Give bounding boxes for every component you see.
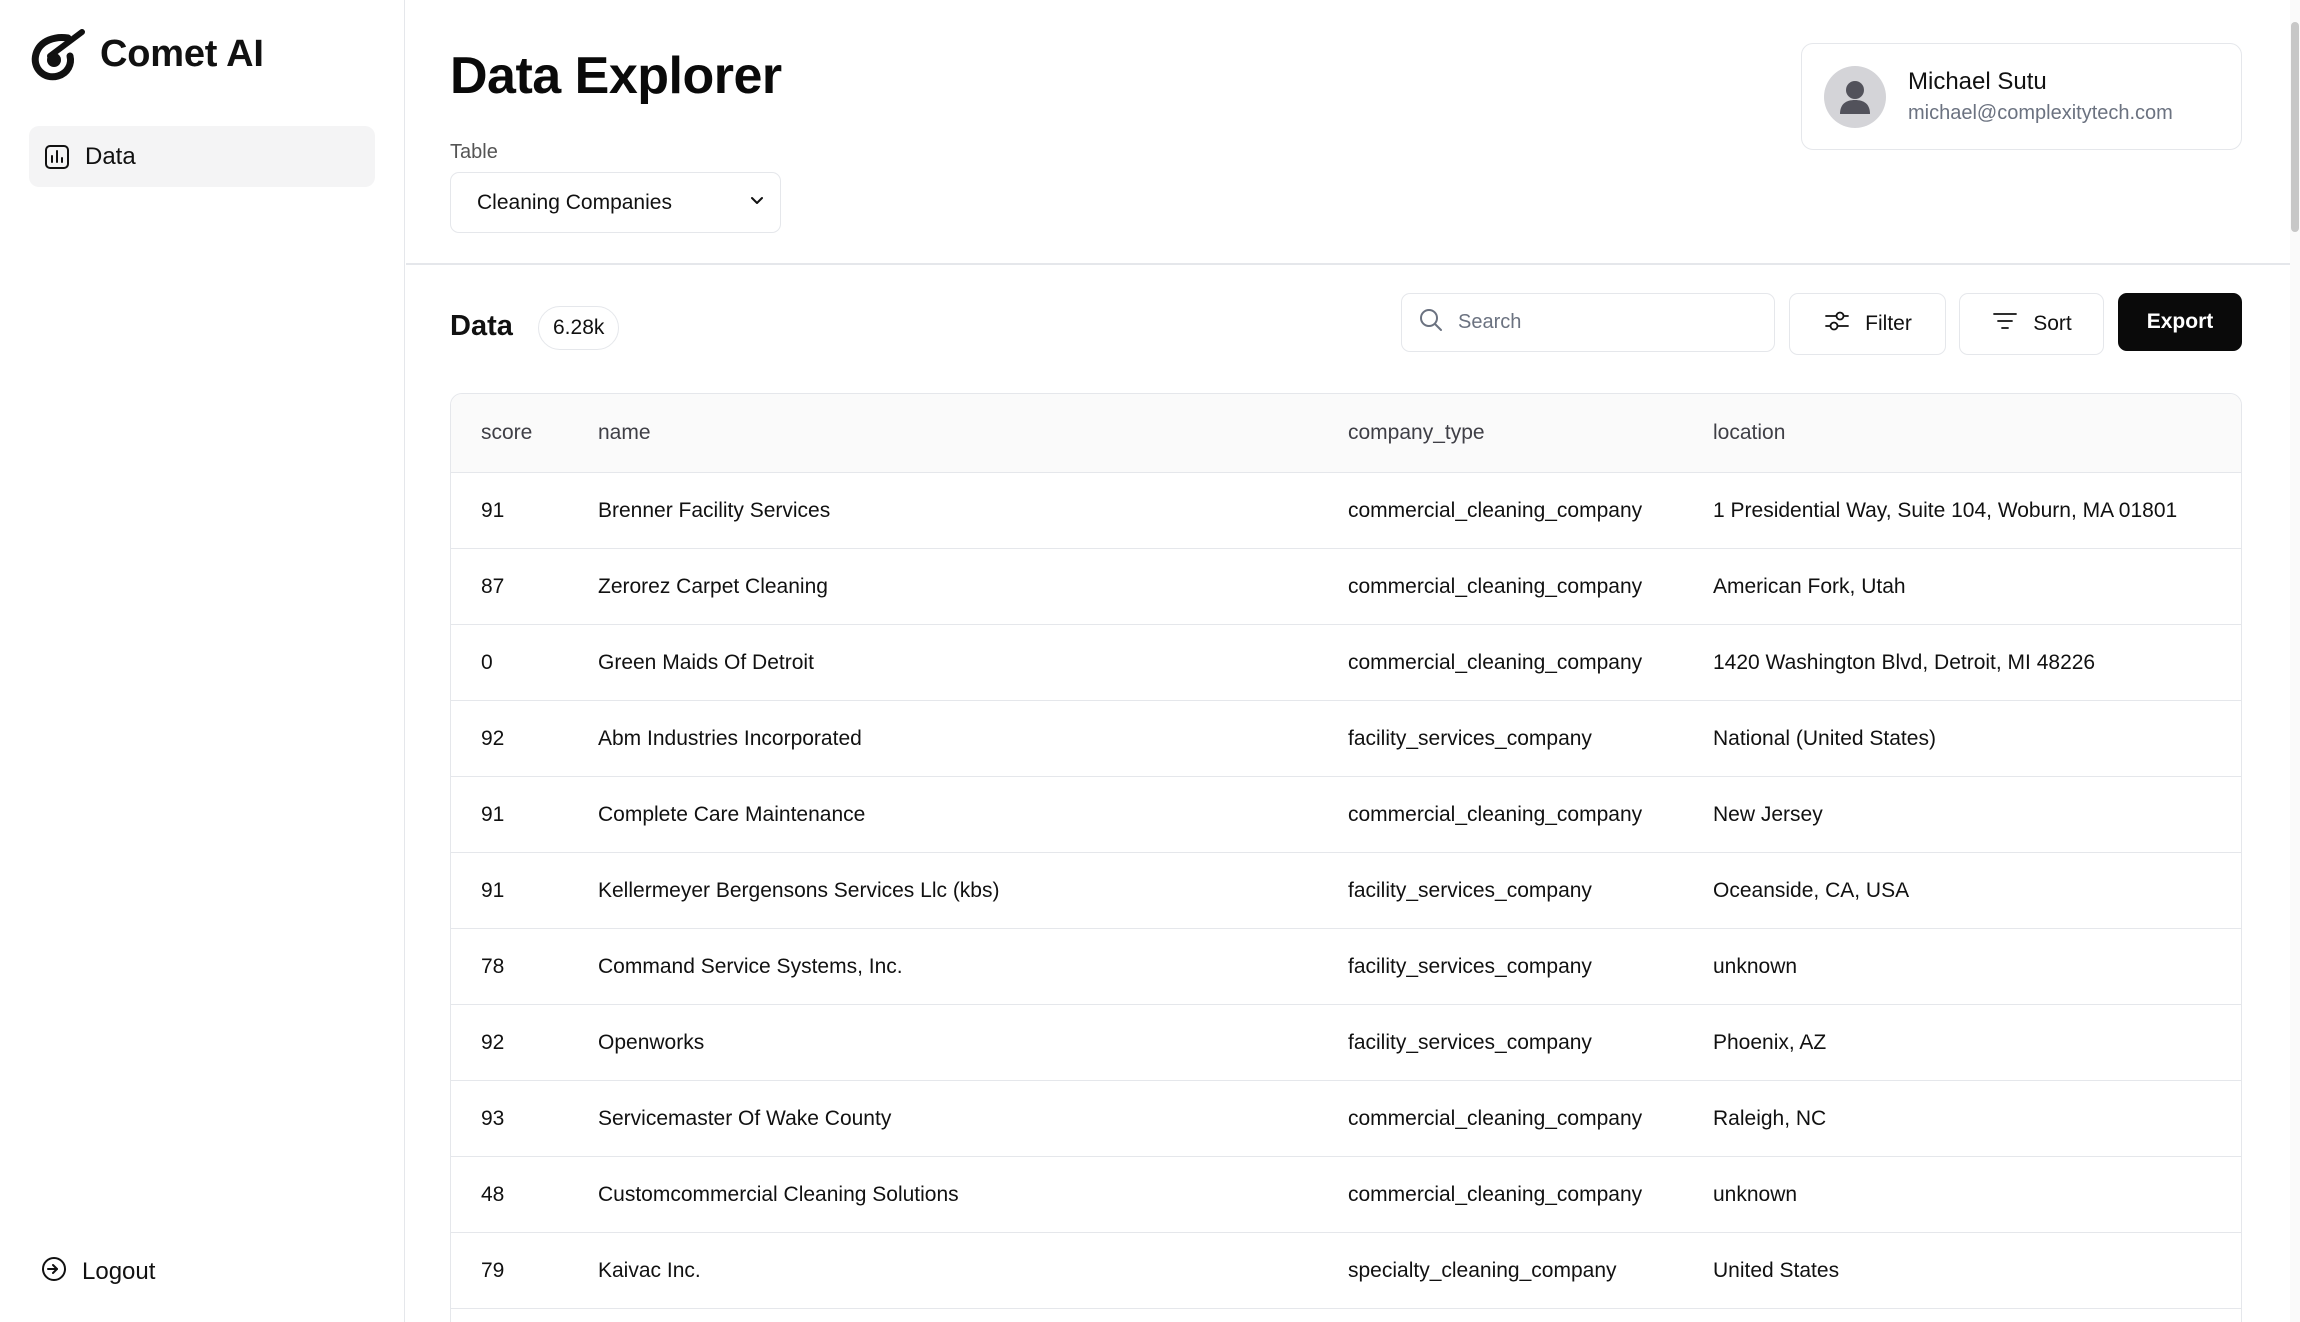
row-count-badge: 6.28k [538, 306, 620, 350]
column-header-company-type[interactable]: company_type [1348, 421, 1713, 445]
cell-name: Servicemaster Of Wake County [598, 1106, 892, 1130]
cell-name: Zerorez Carpet Cleaning [598, 574, 828, 598]
cell-company-type: commercial_cleaning_company [1348, 498, 1643, 522]
cell-company-type: facility_services_company [1348, 726, 1592, 750]
cell-name: Complete Care Maintenance [598, 802, 866, 826]
scrollbar-thumb[interactable] [2291, 22, 2299, 232]
table-row[interactable]: 93 Servicemaster Of Wake County commercial… [451, 1081, 2241, 1157]
sort-button[interactable]: Sort [1959, 293, 2104, 355]
search-input[interactable] [1458, 311, 1748, 334]
cell-location: Raleigh, NC [1713, 1106, 1827, 1130]
cell-company-type: specialty_cleaning_company [1348, 1258, 1617, 1282]
cell-score: 78 [481, 954, 505, 978]
cell-score: 0 [481, 650, 493, 674]
user-email: michael@complexitytech.com [1908, 102, 2173, 124]
cell-location: United States [1713, 1258, 1840, 1282]
filter-label: Filter [1865, 312, 1912, 335]
cell-company-type: commercial_cleaning_company [1348, 1182, 1643, 1206]
table-header: score name company_type location [451, 394, 2241, 473]
sliders-icon [1823, 307, 1851, 341]
column-header-name[interactable]: name [598, 421, 1348, 445]
column-header-location[interactable]: location [1713, 421, 2241, 445]
data-table: score name company_type location 91 Brenn… [450, 393, 2242, 1322]
cell-location: 1420 Washington Blvd, Detroit, MI 48226 [1713, 650, 2096, 674]
cell-company-type: commercial_cleaning_company [1348, 1106, 1643, 1130]
table-row[interactable]: 79 Kaivac Inc. specialty_cleaning_company U… [451, 1233, 2241, 1309]
cell-location: unknown [1713, 1182, 1798, 1206]
cell-location: unknown [1713, 954, 1798, 978]
table-select-value: Cleaning Companies [477, 190, 672, 214]
sort-label: Sort [2033, 312, 2072, 335]
data-section-title: Data [450, 310, 513, 342]
table-row[interactable]: 0 Green Maids Of Detroit commercial_cleani… [451, 625, 2241, 701]
cell-name: Kellermeyer Bergensons Services Llc (kbs… [598, 878, 1000, 902]
cell-company-type: commercial_cleaning_company [1348, 802, 1643, 826]
cell-name: Customcommercial Cleaning Solutions [598, 1182, 959, 1206]
sidebar: Comet AI Data Logout [0, 0, 405, 1322]
cell-company-type: facility_services_company [1348, 878, 1592, 902]
table-body: 91 Brenner Facility Services commercial_cl… [451, 473, 2241, 1309]
cell-score: 48 [481, 1182, 505, 1206]
scrollbar[interactable] [2290, 0, 2300, 1322]
cell-name: Brenner Facility Services [598, 498, 831, 522]
table-row[interactable]: 91 Kellermeyer Bergensons Services Llc (k… [451, 853, 2241, 929]
header-divider [406, 263, 2300, 265]
cell-name: Abm Industries Incorporated [598, 726, 862, 750]
cell-location: Oceanside, CA, USA [1713, 878, 1910, 902]
cell-name: Kaivac Inc. [598, 1258, 701, 1282]
cell-name: Green Maids Of Detroit [598, 650, 814, 674]
column-header-score[interactable]: score [451, 421, 598, 445]
cell-score: 91 [481, 878, 505, 902]
table-select[interactable]: Cleaning Companies [450, 172, 781, 233]
cell-score: 93 [481, 1106, 505, 1130]
table-row[interactable]: 48 Customcommercial Cleaning Solutions com… [451, 1157, 2241, 1233]
bar-chart-icon [43, 143, 71, 171]
brand-name: Comet AI [100, 32, 264, 75]
sidebar-item-data[interactable]: Data [29, 126, 375, 187]
logout-button[interactable]: Logout [40, 1255, 155, 1288]
cell-company-type: facility_services_company [1348, 954, 1592, 978]
cell-score: 91 [481, 802, 505, 826]
cell-score: 92 [481, 726, 505, 750]
avatar [1824, 65, 1886, 128]
cell-score: 92 [481, 1030, 505, 1054]
table-row[interactable]: 92 Abm Industries Incorporated facility_se… [451, 701, 2241, 777]
table-row[interactable]: 78 Command Service Systems, Inc. facility_… [451, 929, 2241, 1005]
sidebar-item-label: Data [85, 142, 136, 170]
table-row[interactable]: 91 Brenner Facility Services commercial_cl… [451, 473, 2241, 549]
comet-logo-icon [31, 29, 85, 81]
export-button[interactable]: Export [2118, 293, 2242, 351]
search-icon [1418, 307, 1444, 338]
cell-score: 79 [481, 1258, 505, 1282]
cell-name: Command Service Systems, Inc. [598, 954, 903, 978]
sort-icon [1991, 307, 2019, 341]
user-name: Michael Sutu [1908, 68, 2047, 95]
cell-location: National (United States) [1713, 726, 1936, 750]
cell-location: Phoenix, AZ [1713, 1030, 1827, 1054]
user-icon [1840, 80, 1870, 114]
cell-company-type: commercial_cleaning_company [1348, 650, 1643, 674]
table-row[interactable]: 92 Openworks facility_services_company Phoe… [451, 1005, 2241, 1081]
logout-icon [40, 1255, 68, 1288]
table-row[interactable]: 87 Zerorez Carpet Cleaning commercial_clea… [451, 549, 2241, 625]
cell-location: American Fork, Utah [1713, 574, 1906, 598]
page-title: Data Explorer [450, 47, 782, 105]
cell-location: New Jersey [1713, 802, 1823, 826]
chevron-down-icon [748, 191, 766, 215]
brand[interactable]: Comet AI [28, 26, 264, 82]
table-row[interactable]: 91 Complete Care Maintenance commercial_cl… [451, 777, 2241, 853]
table-select-label: Table [450, 141, 498, 163]
cell-name: Openworks [598, 1030, 705, 1054]
cell-location: 1 Presidential Way, Suite 104, Woburn, M… [1713, 498, 2178, 522]
cell-company-type: facility_services_company [1348, 1030, 1592, 1054]
cell-score: 87 [481, 574, 505, 598]
user-card[interactable]: Michael Sutu michael@complexitytech.com [1801, 43, 2242, 150]
search-box[interactable] [1401, 293, 1775, 352]
main-content: Data Explorer Table Cleaning Companies M… [406, 0, 2300, 1322]
filter-button[interactable]: Filter [1789, 293, 1946, 355]
cell-score: 91 [481, 498, 505, 522]
cell-company-type: commercial_cleaning_company [1348, 574, 1643, 598]
logout-label: Logout [82, 1257, 156, 1285]
